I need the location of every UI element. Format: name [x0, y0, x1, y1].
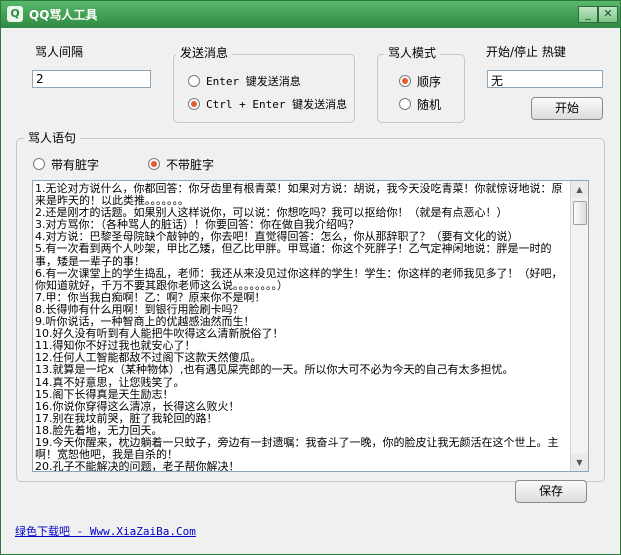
radio-random[interactable] [399, 98, 411, 110]
phrase-line: 19.今天你醒来，枕边躺着一只蚊子，旁边有一封遗嘱：我奋斗了一晚，你的脸皮让我无… [35, 435, 559, 462]
minimize-button[interactable]: _ [578, 6, 598, 23]
mode-random-option[interactable]: 随机 [399, 96, 441, 112]
send-ctrl-enter-label: Ctrl + Enter 键发送消息 [206, 98, 348, 111]
radio-sequential[interactable] [399, 75, 411, 87]
phrase-line: 20.孔子不能解决的问题，老子帮你解决！ [35, 460, 240, 472]
phrase-line: 15.阁下长得真是天生励志！ [35, 387, 174, 401]
scroll-down-icon[interactable]: ▼ [571, 454, 588, 471]
interval-label: 骂人间隔 [35, 45, 84, 59]
send-enter-option[interactable]: Enter 键发送消息 [188, 73, 301, 89]
with-swear-option[interactable]: 带有脏字 [33, 156, 99, 172]
mode-random-label: 随机 [417, 97, 442, 112]
interval-input[interactable]: 2 [32, 70, 151, 88]
radio-ctrl-enter[interactable] [188, 98, 200, 110]
minimize-icon: _ [585, 7, 591, 20]
phrase-line: 6.有一次课堂上的学生捣乱，老师：我还从来没见过你这样的学生！学生：你这样的老师… [35, 266, 563, 292]
app-icon: Q [7, 6, 23, 22]
send-message-label: 发送消息 [176, 44, 233, 61]
scroll-up-icon[interactable]: ▲ [571, 181, 588, 198]
phrases-textarea[interactable]: 1.无论对方说什么，你都回答：你牙齿里有根青菜！如果对方说：胡说，我今天没吃青菜… [32, 180, 589, 472]
phrases-list: 1.无论对方说什么，你都回答：你牙齿里有根青菜！如果对方说：胡说，我今天没吃青菜… [35, 182, 572, 472]
phrases-label: 骂人语句 [24, 129, 81, 146]
radio-enter[interactable] [188, 75, 200, 87]
app-window: Q QQ骂人工具 _ ✕ 骂人间隔 2 发送消息 Enter 键发送消息 Ctr… [0, 0, 621, 555]
phrase-line: 16.你说你穿得这么清凉，长得这么败火！ [35, 399, 240, 413]
radio-with-swear[interactable] [33, 158, 45, 170]
close-icon: ✕ [603, 7, 613, 20]
save-button[interactable]: 保存 [515, 480, 587, 503]
phrase-line: 14.真不好意思，让您贱笑了。 [35, 375, 185, 389]
mode-sequential-option[interactable]: 顺序 [399, 73, 441, 89]
close-button[interactable]: ✕ [598, 6, 618, 23]
start-button[interactable]: 开始 [531, 97, 603, 120]
hotkey-input[interactable]: 无 [487, 70, 603, 88]
with-swear-label: 带有脏字 [51, 157, 100, 172]
send-enter-label: Enter 键发送消息 [206, 75, 301, 88]
phrase-line: 1.无论对方说什么，你都回答：你牙齿里有根青菜！如果对方说：胡说，我今天没吃青菜… [35, 182, 563, 208]
window-title: QQ骂人工具 [29, 8, 98, 22]
mode-sequential-label: 顺序 [417, 74, 442, 89]
phrase-line: 13.就算是一坨x（某种物体）,也有遇见屎壳郎的一天。所以你大可不必为今天的自己… [35, 363, 514, 377]
hotkey-label: 开始/停止 热键 [486, 45, 566, 59]
without-swear-label: 不带脏字 [166, 157, 215, 172]
mode-label: 骂人模式 [384, 44, 441, 61]
title-bar: Q QQ骂人工具 _ ✕ [1, 1, 620, 28]
vertical-scrollbar[interactable]: ▲ ▼ [570, 181, 588, 471]
scroll-thumb[interactable] [573, 201, 587, 225]
without-swear-option[interactable]: 不带脏字 [148, 156, 214, 172]
radio-without-swear[interactable] [148, 158, 160, 170]
phrase-line: 5.有一次看到两个人吵架，甲比乙矮，但乙比甲胖。甲骂道：你这个死胖子！乙气定神闲… [35, 242, 552, 268]
send-ctrl-enter-option[interactable]: Ctrl + Enter 键发送消息 [188, 96, 347, 112]
footer-link[interactable]: 绿色下载吧 - Www.XiaZaiBa.Com [15, 523, 196, 539]
